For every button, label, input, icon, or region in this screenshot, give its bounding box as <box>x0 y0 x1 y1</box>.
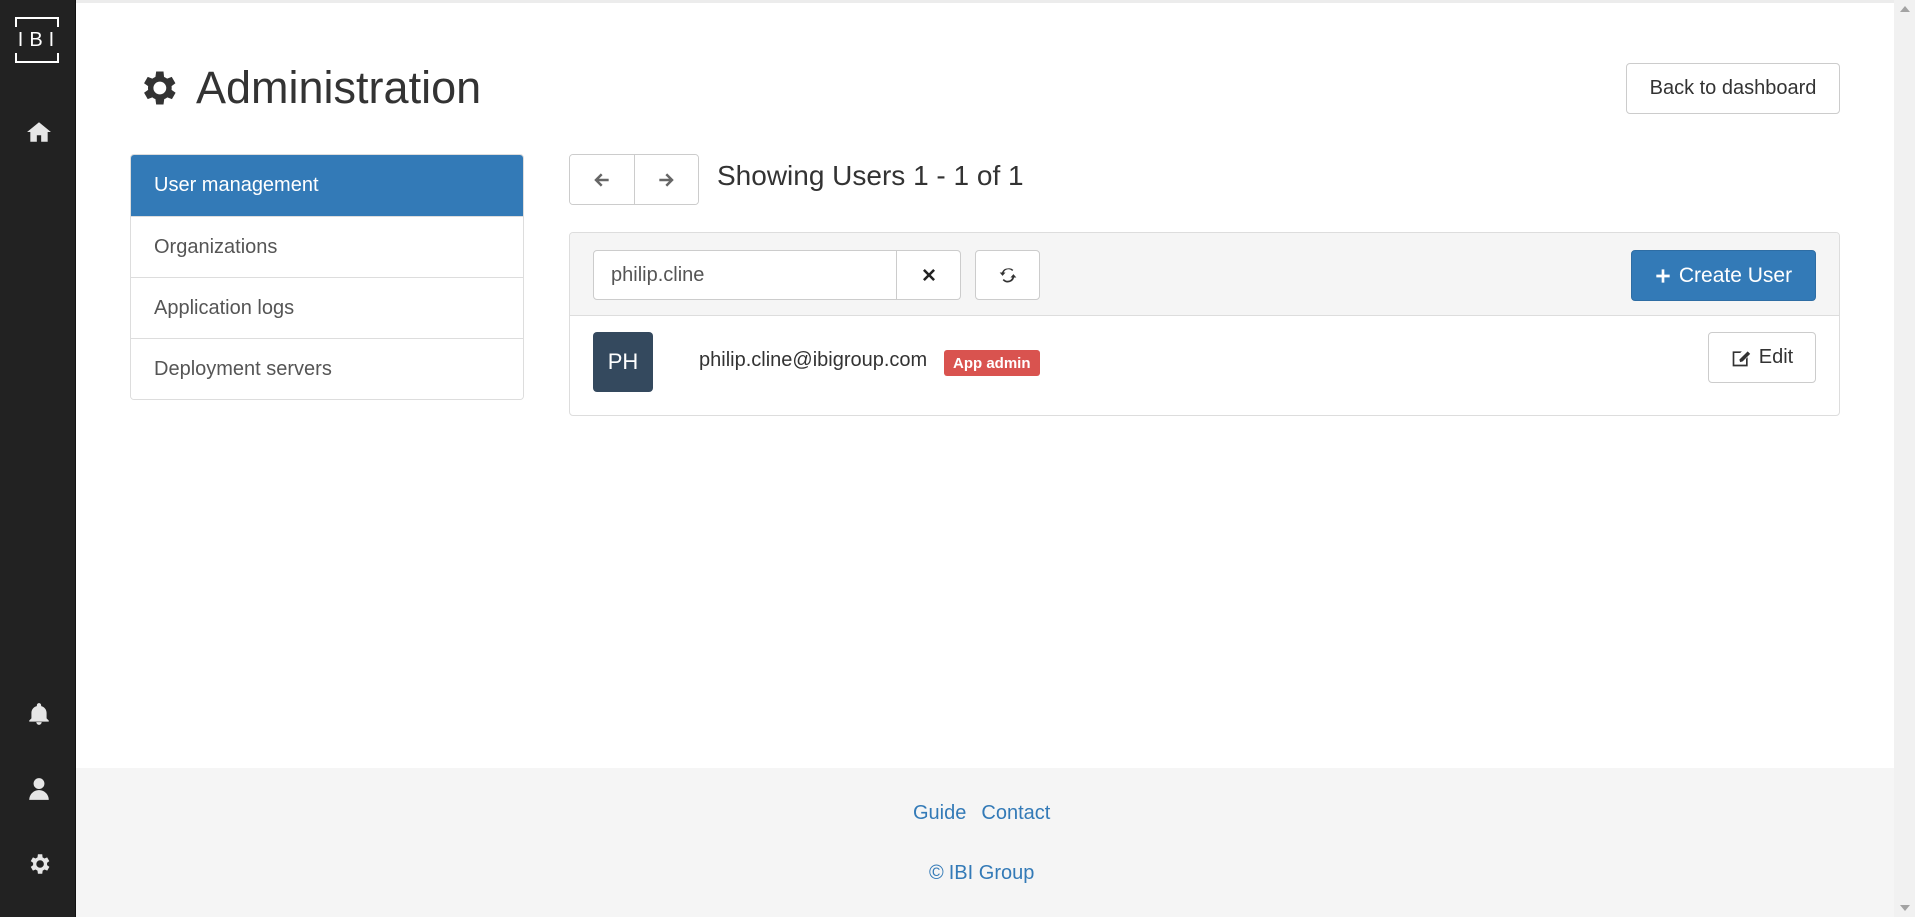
next-page-button[interactable] <box>633 155 698 204</box>
user-icon[interactable] <box>22 772 56 806</box>
footer-links: Guide Contact <box>913 802 1050 825</box>
previous-page-button[interactable] <box>570 155 634 204</box>
results-summary: Showing Users 1 - 1 of 1 <box>717 160 1024 191</box>
users-toolbar: Create User <box>570 233 1839 316</box>
sidebar-item-application-logs[interactable]: Application logs <box>131 277 523 338</box>
admin-sidebar: User management Organizations Applicatio… <box>130 154 524 400</box>
ibi-group-link[interactable]: IBI Group <box>949 862 1035 885</box>
pagination-controls <box>569 154 699 205</box>
app-rail: IBI <box>0 0 76 917</box>
copyright: © IBI Group <box>929 862 1034 885</box>
sidebar-item-organizations[interactable]: Organizations <box>131 216 523 277</box>
arrow-left-icon <box>594 172 609 187</box>
clear-search-button[interactable] <box>897 250 961 300</box>
create-user-button[interactable]: Create User <box>1631 250 1816 301</box>
page-footer: Guide Contact © IBI Group <box>76 768 1894 917</box>
refresh-icon <box>999 268 1016 283</box>
vertical-scrollbar[interactable] <box>1894 0 1915 917</box>
bell-icon[interactable] <box>22 697 56 731</box>
copyright-symbol: © <box>929 862 944 884</box>
sidebar-item-deployment-servers[interactable]: Deployment servers <box>131 338 523 399</box>
back-to-dashboard-button[interactable]: Back to dashboard <box>1626 63 1840 114</box>
arrow-right-icon <box>659 172 674 187</box>
create-user-label: Create User <box>1678 263 1793 287</box>
plus-icon <box>1656 268 1670 283</box>
edit-label: Edit <box>1758 346 1794 368</box>
page-title: Administration <box>136 58 481 118</box>
user-email: philip.cline@ibigroup.com <box>699 349 928 371</box>
refresh-button[interactable] <box>975 250 1040 300</box>
avatar: PH <box>593 332 653 392</box>
scroll-down-arrow-icon[interactable] <box>1900 905 1910 911</box>
scroll-up-arrow-icon[interactable] <box>1900 6 1910 12</box>
sidebar-item-user-management[interactable]: User management <box>131 155 523 216</box>
users-panel: Create User PH philip.cline@ibigroup.com… <box>569 232 1840 416</box>
gear-icon <box>144 71 176 105</box>
role-badge: App admin <box>944 350 1040 376</box>
user-row: PH philip.cline@ibigroup.com App admin E… <box>570 316 1839 415</box>
edit-user-button[interactable]: Edit <box>1708 332 1816 383</box>
gear-icon[interactable] <box>22 847 56 881</box>
search-input[interactable] <box>593 250 897 300</box>
search-group <box>593 250 961 300</box>
guide-link[interactable]: Guide <box>913 802 966 825</box>
ibi-logo[interactable]: IBI <box>15 17 59 63</box>
home-icon[interactable] <box>22 115 56 149</box>
page-title-text: Administration <box>196 62 482 113</box>
close-icon <box>922 269 935 281</box>
edit-icon <box>1732 350 1750 366</box>
top-border <box>76 0 1894 3</box>
contact-link[interactable]: Contact <box>981 802 1050 825</box>
